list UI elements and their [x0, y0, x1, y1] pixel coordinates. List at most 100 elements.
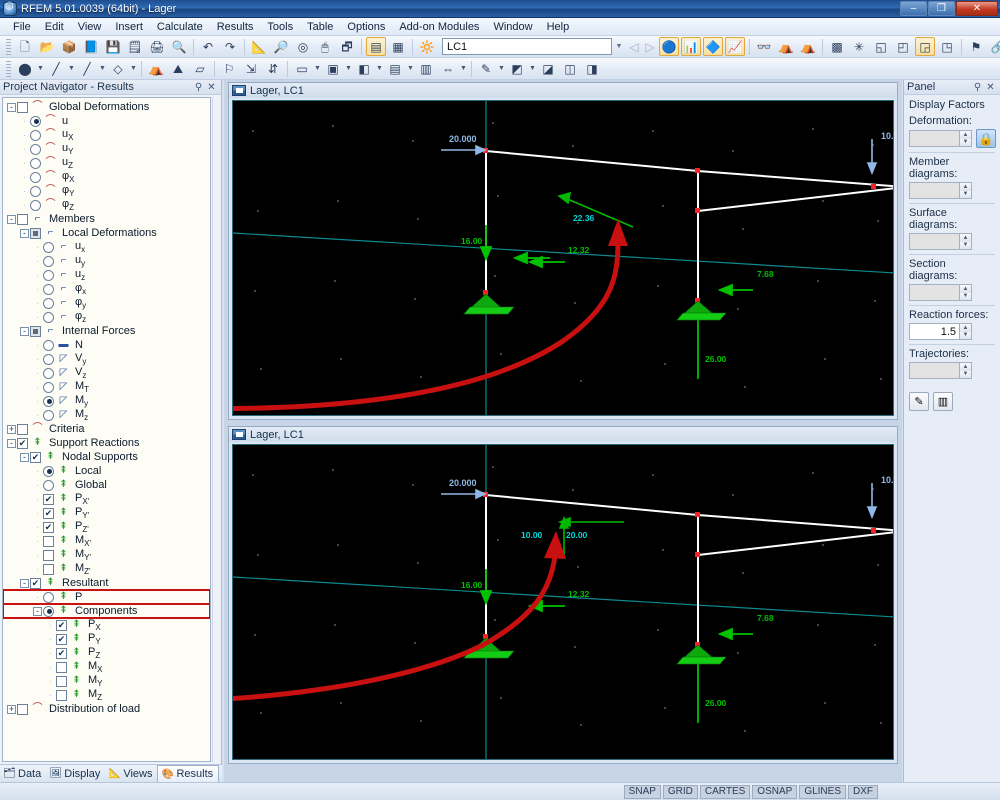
new-solid-icon[interactable]: ▱	[190, 59, 210, 78]
checkbox-my[interactable]	[56, 675, 67, 687]
spinner-up-icon[interactable]: ▲	[960, 234, 971, 242]
collapse-icon[interactable]: -	[19, 450, 30, 464]
tree-item-uz[interactable]: · ⌐ uz	[3, 268, 210, 282]
checkbox-distribution-of-load[interactable]	[17, 703, 28, 715]
tree-item--y[interactable]: · ⌐ φy	[3, 296, 210, 310]
new-node-icon[interactable]: ⬤	[15, 59, 35, 78]
checkbox-nodal-supports[interactable]: ✔	[30, 451, 41, 463]
tree-item-members[interactable]: - ⌐ Members	[3, 212, 210, 226]
viewport-window-1[interactable]: Lager, LC1 20.000 10. 16.00 12.32 7.68 2…	[228, 82, 898, 420]
chevron-down-icon[interactable]: ▼	[528, 59, 537, 78]
print-preview-icon[interactable]: 🔍	[169, 37, 189, 56]
open-file-icon[interactable]: 📂	[37, 37, 57, 56]
status-toggle-dxf[interactable]: DXF	[848, 784, 878, 799]
support-view-icon[interactable]: ⛺	[776, 37, 796, 56]
radio--y[interactable]	[43, 297, 54, 309]
tree-item--y[interactable]: · ⌒ φY	[3, 184, 210, 198]
radio--z[interactable]	[43, 311, 54, 323]
tree-item-p[interactable]: · ⇞ P	[3, 589, 210, 605]
menu-item-calculate[interactable]: Calculate	[150, 19, 210, 35]
checkbox-members[interactable]	[17, 213, 28, 225]
status-toggle-cartes[interactable]: CARTES	[699, 784, 751, 799]
tree-item-nodal-supports[interactable]: - ✔ ⇞ Nodal Supports	[3, 450, 210, 464]
glasses-icon[interactable]: 👓	[754, 37, 774, 56]
tree-item--x[interactable]: · ⌐ φx	[3, 282, 210, 296]
menu-item-view[interactable]: View	[71, 19, 109, 35]
checkbox-px[interactable]: ✔	[56, 619, 67, 631]
radio--y[interactable]	[30, 185, 41, 197]
render-icon[interactable]: 📐	[249, 37, 269, 56]
tree-item-local[interactable]: · ⇞ Local	[3, 464, 210, 478]
tree-item-distribution-of-load[interactable]: + ⌒ Distribution of load	[3, 702, 210, 716]
tree-item--z[interactable]: · ⌐ φz	[3, 310, 210, 324]
spinner-value[interactable]: 1.5	[909, 323, 959, 340]
load-case-combo[interactable]: LC1	[442, 38, 612, 55]
tree-item-u[interactable]: · ⌒ u	[3, 114, 210, 128]
toolbar-grip[interactable]	[6, 38, 11, 55]
result-diagram-icon[interactable]: 🔷	[703, 37, 723, 56]
tree-item-mz[interactable]: · ◸ Mz	[3, 408, 210, 422]
tree-item-my-[interactable]: · ⇞ MY'	[3, 548, 210, 562]
chevron-down-icon[interactable]: ▼	[36, 59, 45, 78]
spinner-buttons[interactable]: ▲ ▼	[959, 323, 972, 340]
pin-icon[interactable]: ⚲	[192, 82, 205, 93]
spinner-up-icon[interactable]: ▲	[960, 183, 971, 191]
checkbox-criteria[interactable]	[17, 423, 28, 435]
radio-uy[interactable]	[30, 143, 41, 155]
status-toggle-snap[interactable]: SNAP	[623, 784, 661, 799]
new-free-load-icon[interactable]: ▣	[323, 59, 343, 78]
spinner-down-icon[interactable]: ▼	[960, 241, 971, 249]
navigator-tab-views[interactable]: 📐 Views	[105, 765, 157, 782]
new-cut-icon[interactable]: ◪	[538, 59, 558, 78]
checkbox-py-[interactable]: ✔	[43, 507, 54, 519]
spinner-buttons[interactable]: ▲ ▼	[959, 233, 972, 250]
new-file-icon[interactable]: 🗋	[15, 37, 35, 56]
checkbox-internal-forces[interactable]	[30, 325, 41, 337]
checkbox-mz[interactable]	[56, 689, 67, 701]
new-group-icon[interactable]: ▥	[416, 59, 436, 78]
spinner-buttons[interactable]: ▲ ▼	[959, 182, 972, 199]
checkbox-global-deformations[interactable]	[17, 101, 28, 113]
grid-display-icon[interactable]: ▩	[827, 37, 847, 56]
chevron-down-icon[interactable]: ▼	[375, 59, 384, 78]
menu-item-tools[interactable]: Tools	[260, 19, 300, 35]
radio-uz[interactable]	[43, 269, 54, 281]
tree-item-ux[interactable]: · ⌒ uX	[3, 128, 210, 142]
new-surface-load-icon[interactable]: ▭	[292, 59, 312, 78]
redo-icon[interactable]: ↷	[220, 37, 240, 56]
tree-item-py[interactable]: · ✔ ⇞ PY	[3, 632, 210, 646]
new-line-icon[interactable]: ╱	[46, 59, 66, 78]
menu-item-table[interactable]: Table	[300, 19, 340, 35]
checkbox-py[interactable]: ✔	[56, 633, 67, 645]
viewport-window-2[interactable]: Lager, LC1 20.000 10. 16.00 12.32 7.68 2…	[228, 426, 898, 764]
results-tree[interactable]: - ⌒ Global Deformations · ⌒ u · ⌒ uX · ⌒ uY · ⌒ uZ · ⌒ φX…	[2, 97, 211, 762]
save-as-icon[interactable]: 📘	[81, 37, 101, 56]
tree-item-mz[interactable]: · ⇞ MZ	[3, 688, 210, 702]
close-button[interactable]: ✕	[956, 1, 998, 16]
tree-item-ux[interactable]: · ⌐ ux	[3, 240, 210, 254]
chevron-down-icon[interactable]: ▼	[313, 59, 322, 78]
checkbox-pz-[interactable]: ✔	[43, 521, 54, 533]
tree-item-uy[interactable]: · ⌒ uY	[3, 142, 210, 156]
tree-item-n[interactable]: · ▬ N	[3, 338, 210, 352]
save-icon[interactable]: 💾	[103, 37, 123, 56]
next-load-case-icon[interactable]: ▷	[642, 37, 658, 56]
view-3d-icon[interactable]: ◲	[915, 37, 935, 56]
chevron-down-icon[interactable]: ▼	[406, 59, 415, 78]
radio-mz[interactable]	[43, 409, 54, 421]
spinner-up-icon[interactable]: ▲	[960, 324, 971, 332]
open-window-icon[interactable]: 🗗	[337, 37, 357, 56]
checkbox-mz-[interactable]	[43, 563, 54, 575]
deformation-view-icon[interactable]: 🔵	[659, 37, 679, 56]
spinner-down-icon[interactable]: ▼	[960, 370, 971, 378]
menu-item-help[interactable]: Help	[540, 19, 577, 35]
tree-item-vz[interactable]: · ◸ Vz	[3, 366, 210, 380]
collapse-icon[interactable]: -	[32, 604, 43, 618]
new-comment-icon[interactable]: ✎	[476, 59, 496, 78]
edit-panel-icon[interactable]: ✎	[909, 392, 929, 411]
new-free-polygon-icon[interactable]: ◧	[354, 59, 374, 78]
new-imperfection-icon[interactable]: ⇵	[263, 59, 283, 78]
select-icon[interactable]: 🖱	[315, 37, 335, 56]
spinner-down-icon[interactable]: ▼	[960, 138, 971, 146]
radio-uy[interactable]	[43, 255, 54, 267]
